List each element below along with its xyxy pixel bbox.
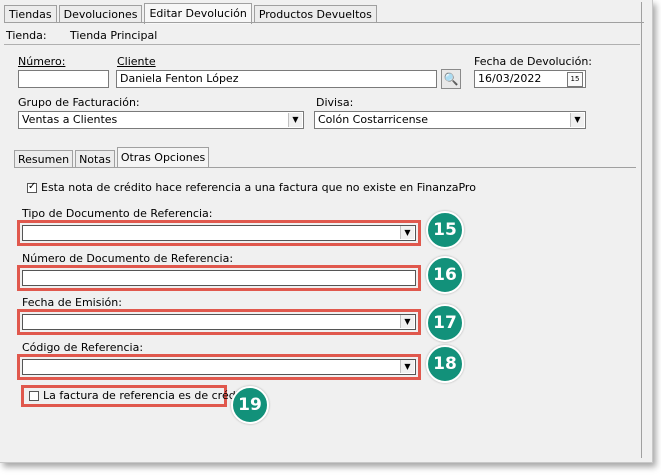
fecha-label: Fecha de Devolución: <box>474 55 593 68</box>
fecha-value: 16/03/2022 <box>478 72 542 85</box>
edit-return-window: Tiendas Devoluciones Editar Devolución P… <box>0 0 653 463</box>
chevron-down-icon[interactable]: ▼ <box>570 113 584 127</box>
codigo-label: Código de Referencia: <box>22 341 144 354</box>
divisa-select[interactable]: Colón Costarricense ▼ <box>314 111 586 129</box>
chevron-down-icon[interactable]: ▼ <box>400 226 414 239</box>
tab-editar-devolucion[interactable]: Editar Devolución <box>144 3 252 24</box>
fecha-field[interactable]: 16/03/2022 15 <box>474 70 586 88</box>
callout-badge-16: 16 <box>426 256 464 294</box>
chevron-down-icon[interactable]: ▼ <box>400 315 414 328</box>
fecha-emision-select[interactable]: ▼ <box>22 314 416 330</box>
tab-devoluciones[interactable]: Devoluciones <box>58 5 143 23</box>
tab-otras-opciones[interactable]: Otras Opciones <box>116 147 210 168</box>
window-edge <box>641 2 642 458</box>
credito-checkbox-label: La factura de referencia es de crédito <box>43 389 250 402</box>
search-icon: 🔍 <box>443 72 459 86</box>
fecha-emision-label: Fecha de Emisión: <box>22 296 122 309</box>
chevron-down-icon[interactable]: ▼ <box>288 113 302 127</box>
callout-badge-18: 18 <box>426 345 464 383</box>
numero-label: Número: <box>18 55 66 68</box>
chevron-down-icon[interactable]: ▼ <box>400 360 414 373</box>
numero-ref-label: Número de Documento de Referencia: <box>22 252 234 265</box>
tipo-label: Tipo de Documento de Referencia: <box>22 207 213 220</box>
cliente-field[interactable]: Daniela Fenton López <box>116 70 437 88</box>
divisa-label: Divisa: <box>316 96 354 109</box>
tab-resumen[interactable]: Resumen <box>14 150 74 168</box>
tab-productos-devueltos[interactable]: Productos Devueltos <box>253 5 377 23</box>
numero-field[interactable] <box>18 70 109 88</box>
grupo-select[interactable]: Ventas a Clientes ▼ <box>18 111 304 129</box>
tab-divider <box>4 22 644 23</box>
reference-checkbox-label: Esta nota de crédito hace referencia a u… <box>41 181 476 194</box>
grupo-label: Grupo de Facturación: <box>18 96 140 109</box>
checkmark-icon: ✓ <box>28 181 37 192</box>
numero-ref-field[interactable] <box>22 270 416 286</box>
grupo-value: Ventas a Clientes <box>22 113 118 126</box>
callout-badge-19: 19 <box>231 386 269 424</box>
divisa-value: Colón Costarricense <box>318 113 429 126</box>
main-tab-strip: Tiendas Devoluciones Editar Devolución P… <box>4 3 379 24</box>
calendar-icon[interactable]: 15 <box>567 72 583 87</box>
tipo-select[interactable]: ▼ <box>22 225 416 241</box>
credito-checkbox[interactable] <box>29 391 39 401</box>
reference-checkbox[interactable]: ✓ <box>27 181 37 193</box>
store-value: Tienda Principal <box>70 29 158 42</box>
store-label: Tienda: <box>6 29 47 42</box>
callout-badge-17: 17 <box>426 304 464 342</box>
tab-notas[interactable]: Notas <box>75 150 115 168</box>
tab-tiendas[interactable]: Tiendas <box>4 5 57 23</box>
search-client-button[interactable]: 🔍 <box>441 69 461 89</box>
inner-tab-strip: Resumen Notas Otras Opciones <box>14 147 211 168</box>
callout-badge-15: 15 <box>426 211 464 249</box>
inner-tab-divider <box>14 167 636 168</box>
codigo-select[interactable]: ▼ <box>22 359 416 375</box>
store-row: Tienda: Tienda Principal <box>4 27 640 45</box>
cliente-label: Cliente <box>117 55 156 68</box>
